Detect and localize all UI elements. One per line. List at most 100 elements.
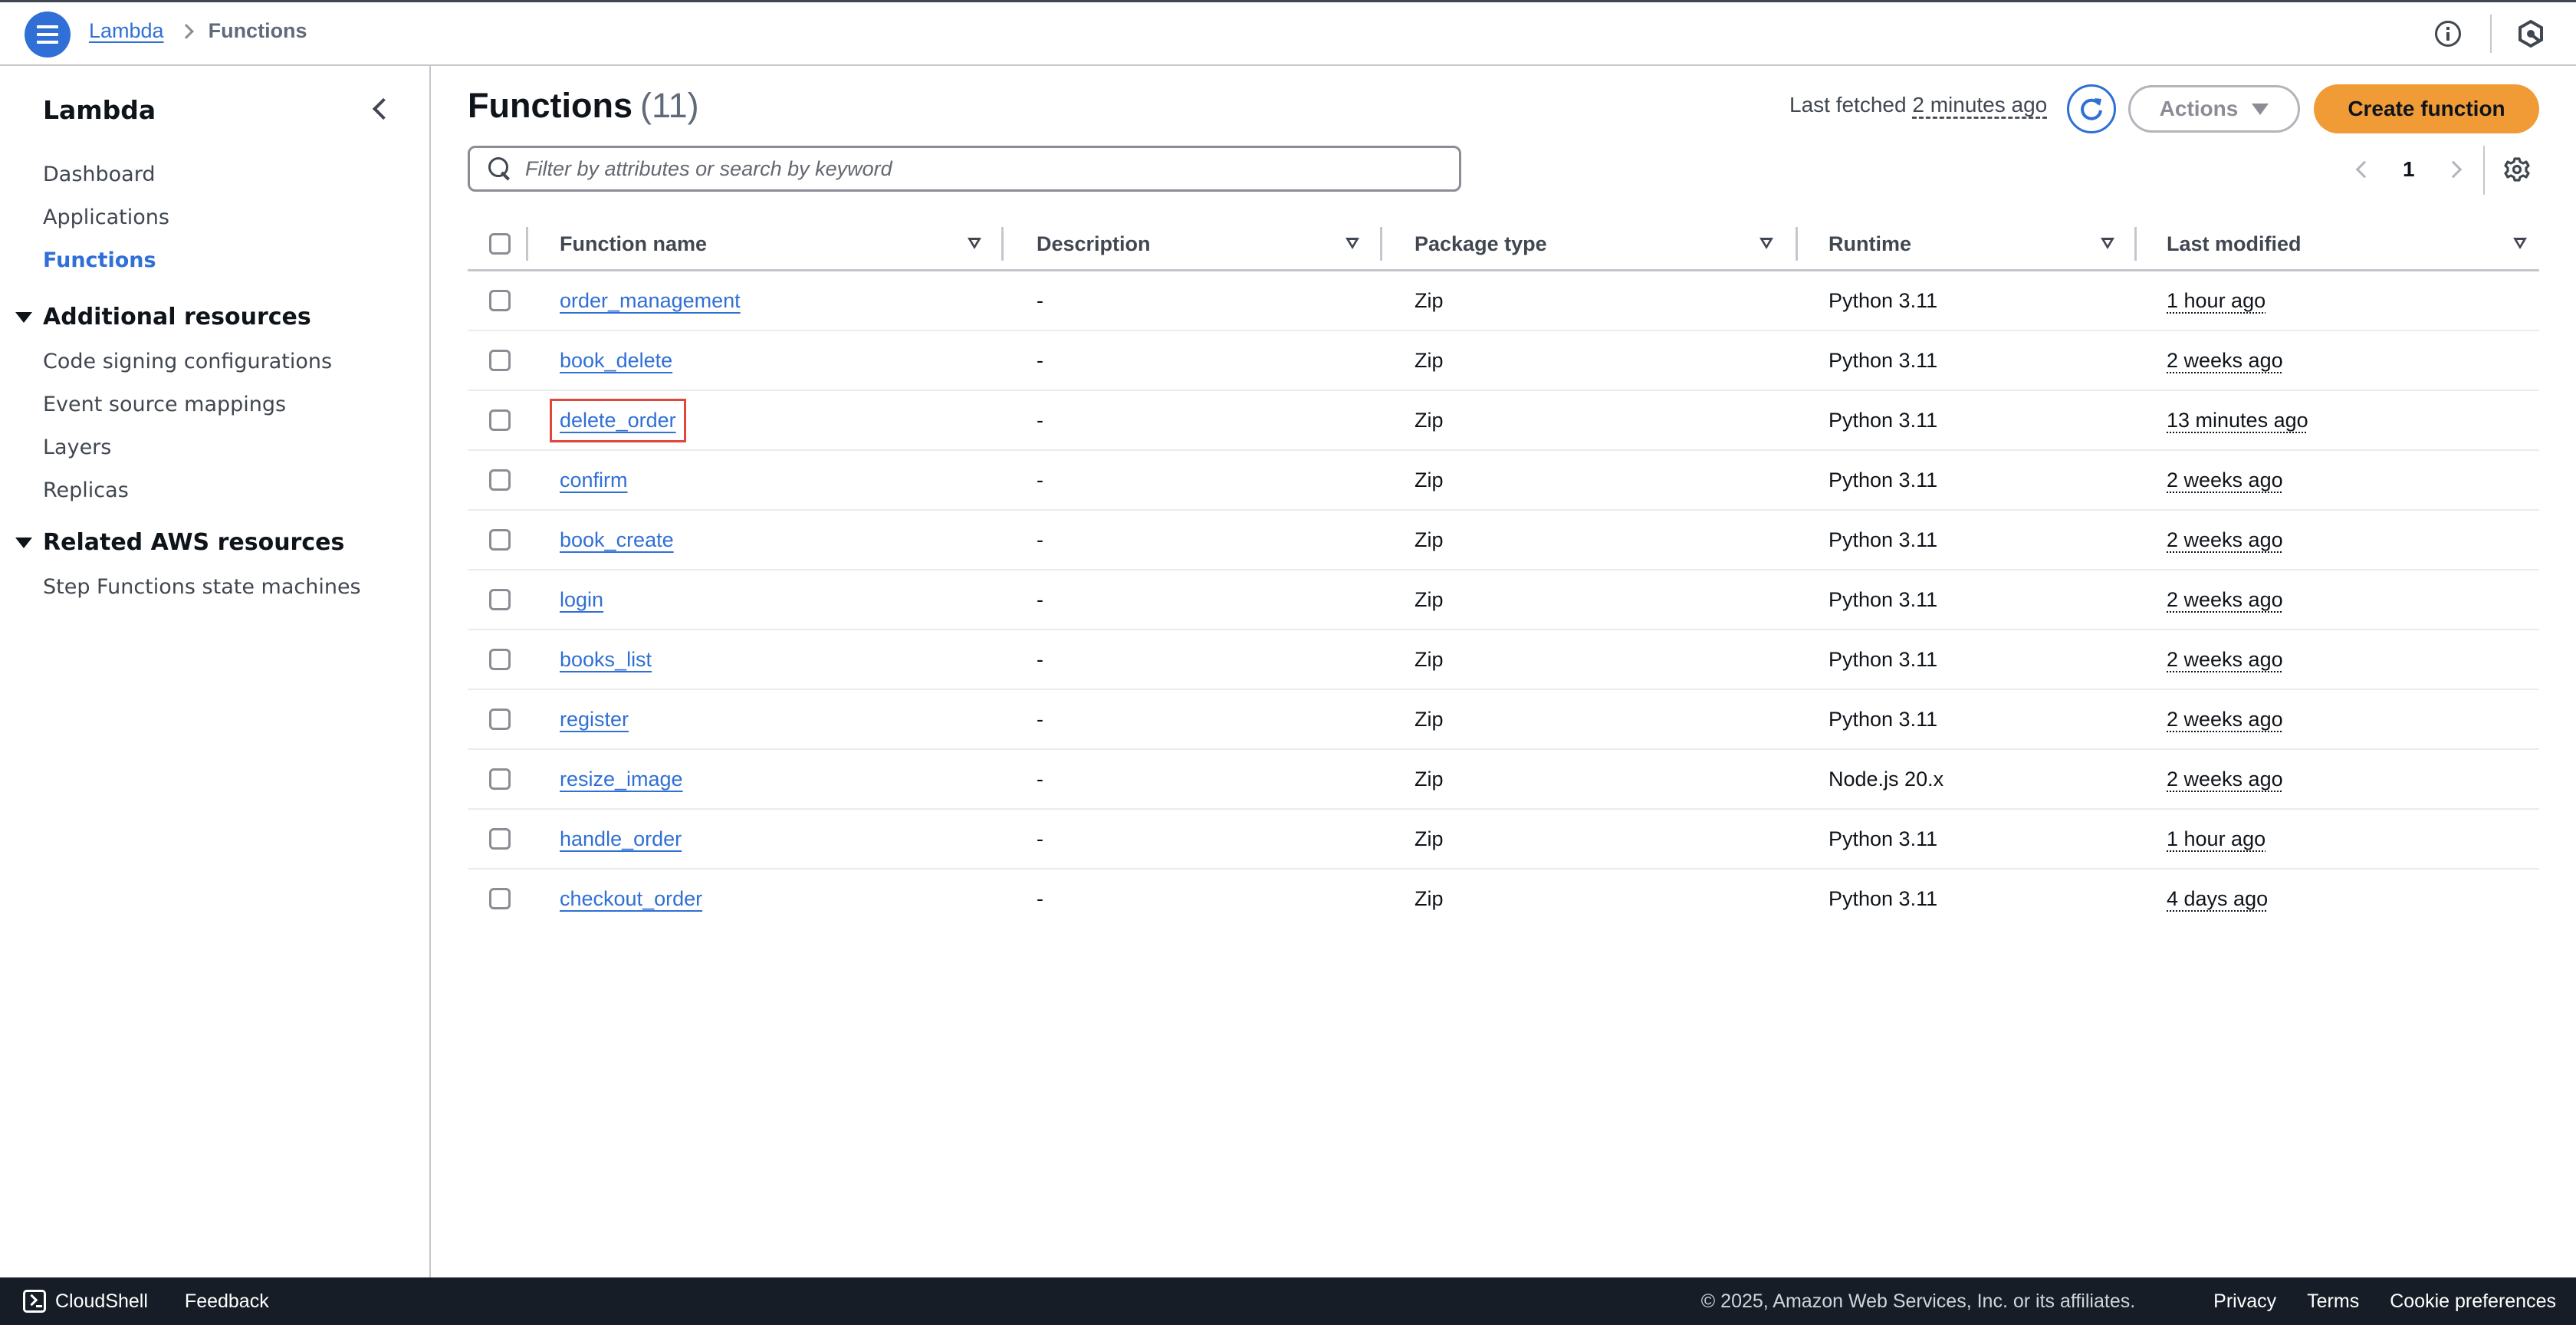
row-checkbox[interactable] [489, 290, 511, 311]
last-modified-cell: 2 weeks ago [2167, 511, 2283, 569]
function-name-link[interactable]: register [560, 708, 629, 732]
info-icon[interactable] [2435, 21, 2461, 47]
function-name-link[interactable]: book_create [560, 528, 674, 552]
top-navigation-bar: Lambda Functions [0, 0, 2576, 66]
row-select-cell [489, 690, 511, 748]
divider [2490, 15, 2492, 53]
function-name-link[interactable]: books_list [560, 648, 652, 672]
sidebar-item-functions[interactable]: Functions [43, 248, 156, 272]
refresh-button[interactable] [2067, 84, 2116, 133]
search-icon [487, 156, 513, 182]
last-modified-value[interactable]: 1 hour ago [2167, 289, 2266, 313]
sort-icon[interactable] [1346, 238, 1359, 249]
column-resizer[interactable] [526, 227, 528, 261]
sort-icon[interactable] [2513, 238, 2527, 249]
cookie-preferences-link[interactable]: Cookie preferences [2390, 1290, 2556, 1313]
table-row: register - Zip Python 3.11 2 weeks ago [468, 690, 2539, 750]
search-field[interactable] [468, 146, 1461, 192]
function-name-link[interactable]: handle_order [560, 827, 682, 851]
last-modified-value[interactable]: 1 hour ago [2167, 827, 2266, 851]
function-name-link[interactable]: confirm [560, 469, 628, 492]
function-name-link[interactable]: checkout_order [560, 887, 702, 911]
function-name-link[interactable]: order_management [560, 289, 741, 313]
sidebar-section-related-aws-resources[interactable]: Related AWS resources [15, 529, 344, 556]
last-modified-cell: 2 weeks ago [2167, 331, 2283, 390]
column-header-last-modified[interactable]: Last modified [2167, 219, 2302, 268]
actions-label: Actions [2159, 97, 2239, 120]
table-row: handle_order - Zip Python 3.11 1 hour ago [468, 810, 2539, 870]
function-name-cell: resize_image [560, 750, 683, 808]
cloudshell-button[interactable]: CloudShell [23, 1290, 148, 1313]
sort-icon[interactable] [968, 238, 981, 249]
column-resizer[interactable] [1380, 227, 1382, 261]
row-checkbox[interactable] [489, 828, 511, 850]
terms-link[interactable]: Terms [2307, 1290, 2359, 1313]
previous-page-icon[interactable] [2355, 160, 2374, 179]
actions-dropdown-button[interactable]: Actions [2128, 85, 2300, 133]
package-type-cell: Zip [1414, 827, 1444, 850]
breadcrumb-lambda-link[interactable]: Lambda [89, 19, 164, 43]
last-modified-value[interactable]: 2 weeks ago [2167, 469, 2283, 492]
row-checkbox[interactable] [489, 768, 511, 790]
column-header-function-name[interactable]: Function name [560, 219, 707, 268]
last-modified-value[interactable]: 4 days ago [2167, 887, 2268, 911]
sidebar-item-dashboard[interactable]: Dashboard [43, 163, 155, 186]
function-name-link[interactable]: book_delete [560, 349, 672, 373]
sidebar-item-code-signing[interactable]: Code signing configurations [43, 350, 332, 373]
sidebar-item-event-source-mappings[interactable]: Event source mappings [43, 393, 286, 416]
row-checkbox[interactable] [489, 589, 511, 610]
create-function-button[interactable]: Create function [2314, 84, 2539, 133]
sidebar-item-replicas[interactable]: Replicas [43, 478, 129, 502]
sidebar-title: Lambda [43, 95, 156, 125]
column-header-runtime[interactable]: Runtime [1829, 219, 1911, 268]
row-checkbox[interactable] [489, 350, 511, 371]
row-checkbox[interactable] [489, 469, 511, 491]
row-checkbox[interactable] [489, 709, 511, 730]
sort-icon[interactable] [2101, 238, 2114, 249]
package-type-cell: Zip [1414, 288, 1444, 312]
table-row: resize_image - Zip Node.js 20.x 2 weeks ago [468, 750, 2539, 810]
column-header-package-type[interactable]: Package type [1414, 219, 1547, 268]
function-name-cell: register [560, 690, 629, 748]
privacy-link[interactable]: Privacy [2213, 1290, 2276, 1313]
sidebar-item-step-functions[interactable]: Step Functions state machines [43, 575, 361, 599]
notifications-hex-icon[interactable] [2516, 19, 2545, 48]
last-modified-value[interactable]: 2 weeks ago [2167, 768, 2283, 791]
functions-table: Function name Description Package type R… [468, 219, 2539, 929]
column-header-description[interactable]: Description [1037, 219, 1151, 268]
sidebar-section-additional-resources[interactable]: Additional resources [15, 304, 311, 330]
sort-icon[interactable] [1760, 238, 1773, 249]
last-modified-value[interactable]: 2 weeks ago [2167, 588, 2283, 612]
runtime-cell: Python 3.11 [1829, 468, 1938, 492]
collapse-sidebar-icon[interactable] [372, 97, 395, 120]
last-modified-cell: 1 hour ago [2167, 271, 2266, 330]
row-checkbox[interactable] [489, 888, 511, 909]
table-row: books_list - Zip Python 3.11 2 weeks ago [468, 630, 2539, 690]
runtime-cell: Python 3.11 [1829, 408, 1938, 432]
last-modified-value[interactable]: 2 weeks ago [2167, 528, 2283, 552]
sidebar-item-layers[interactable]: Layers [43, 436, 111, 459]
column-resizer[interactable] [1796, 227, 1798, 261]
menu-button[interactable] [25, 12, 71, 58]
function-name-link[interactable]: login [560, 588, 603, 612]
function-name-link[interactable]: resize_image [560, 768, 683, 791]
last-modified-value[interactable]: 2 weeks ago [2167, 648, 2283, 672]
feedback-link[interactable]: Feedback [185, 1290, 269, 1313]
last-modified-value[interactable]: 13 minutes ago [2167, 409, 2308, 432]
table-row: order_management - Zip Python 3.11 1 hour ag… [468, 271, 2539, 331]
column-resizer[interactable] [1001, 227, 1004, 261]
select-all-checkbox[interactable] [489, 233, 511, 255]
row-checkbox[interactable] [489, 529, 511, 551]
settings-gear-icon[interactable] [2504, 156, 2530, 182]
next-page-icon[interactable] [2444, 160, 2462, 179]
row-checkbox[interactable] [489, 649, 511, 670]
page-number[interactable]: 1 [2403, 157, 2415, 182]
sidebar-item-applications[interactable]: Applications [43, 205, 169, 229]
last-fetched-value[interactable]: 2 minutes ago [1912, 93, 2047, 117]
row-checkbox[interactable] [489, 409, 511, 431]
function-name-link[interactable]: delete_order [550, 398, 686, 442]
last-modified-value[interactable]: 2 weeks ago [2167, 708, 2283, 732]
search-input[interactable] [525, 156, 1459, 181]
column-resizer[interactable] [2134, 227, 2137, 261]
last-modified-value[interactable]: 2 weeks ago [2167, 349, 2283, 373]
